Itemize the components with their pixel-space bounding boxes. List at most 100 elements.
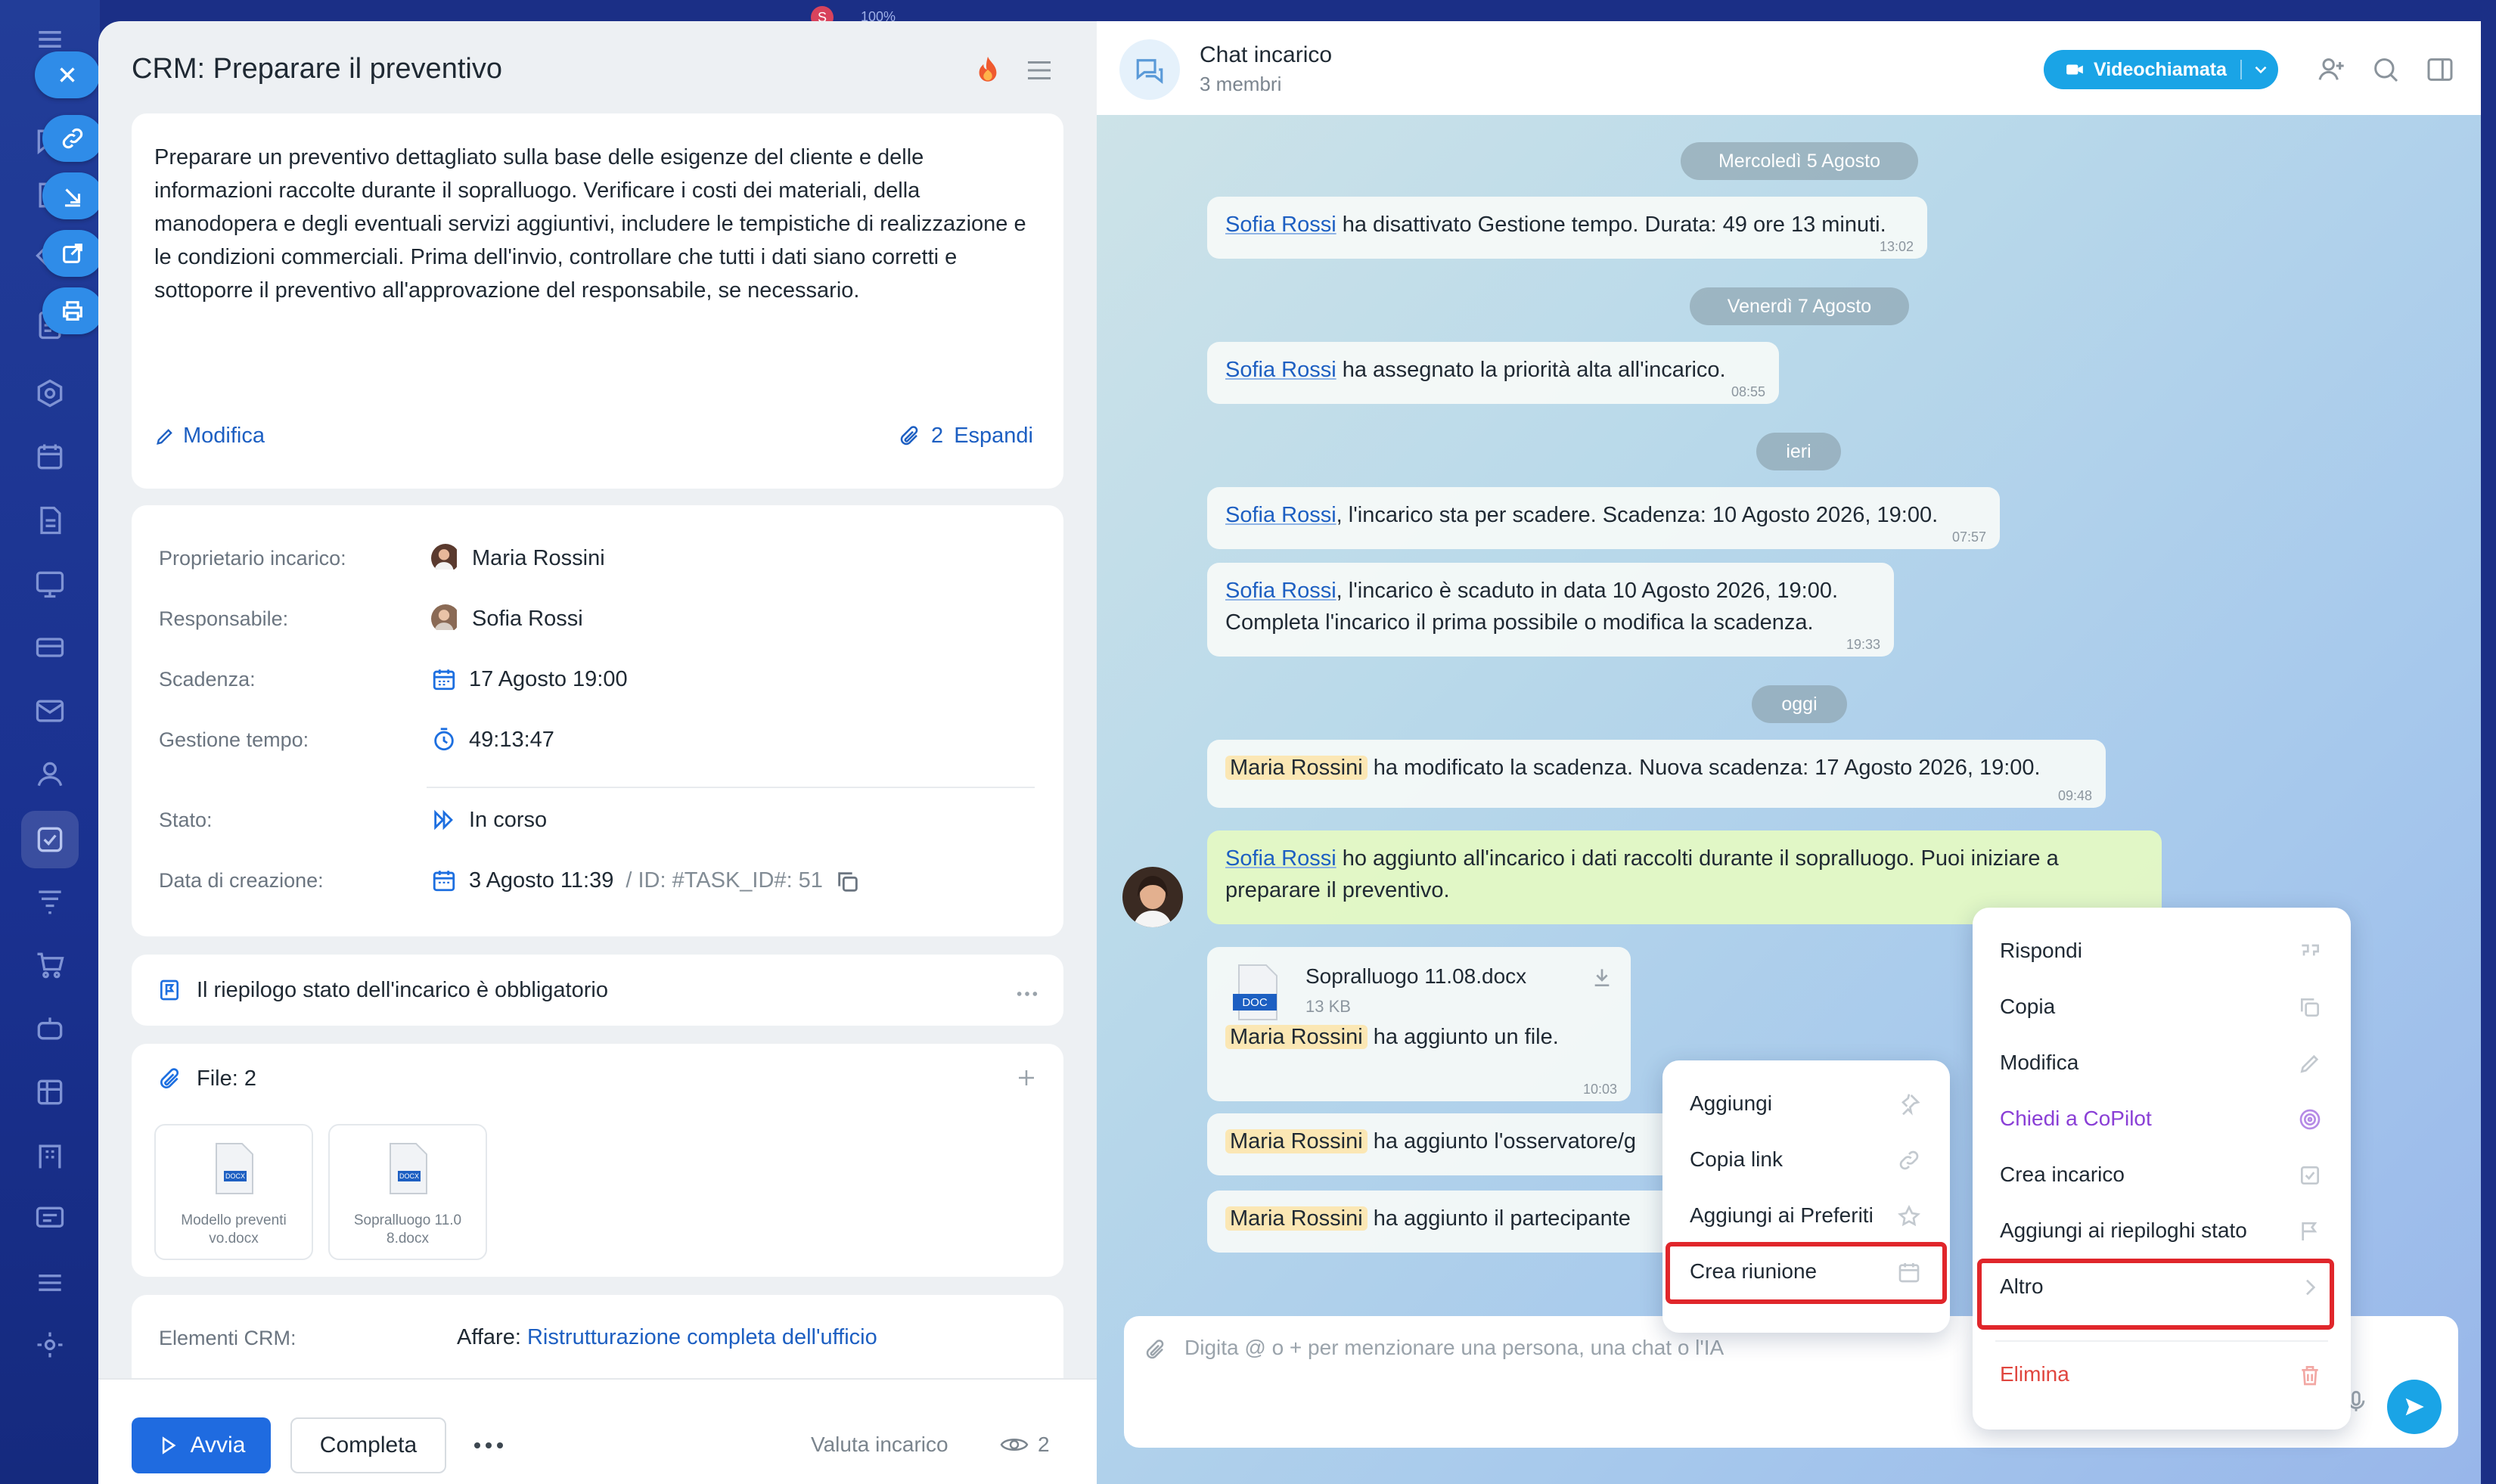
task-id: / ID: #TASK_ID#: 51 bbox=[626, 868, 823, 893]
monitor-icon[interactable] bbox=[33, 1203, 67, 1236]
menu-item-label: Copia bbox=[2000, 995, 2056, 1018]
message-text: , l'incarico è scaduto in data 10 Agosto… bbox=[1336, 579, 1839, 603]
hexagon-icon[interactable] bbox=[33, 377, 67, 410]
message-text: ha disattivato Gestione tempo. Durata: 4… bbox=[1336, 213, 1886, 237]
settings-icon[interactable] bbox=[33, 1328, 67, 1361]
rate-task-link[interactable]: Valuta incarico bbox=[811, 1433, 948, 1457]
mention-name[interactable]: Maria Rossini bbox=[1225, 1206, 1368, 1231]
menu-item-ask-copilot[interactable]: Chiedi a CoPilot bbox=[1973, 1091, 2351, 1147]
message-input[interactable]: Digita @ o + per menzionare una persona,… bbox=[1184, 1336, 1724, 1360]
menu-item-create-task[interactable]: Crea incarico bbox=[1973, 1147, 2351, 1203]
message-time: 09:48 bbox=[2057, 788, 2092, 803]
mention-link[interactable]: Sofia Rossi bbox=[1225, 846, 1336, 871]
top-strip: S 100% bbox=[100, 0, 2496, 29]
mention-link[interactable]: Sofia Rossi bbox=[1225, 213, 1336, 237]
mention-link[interactable]: Sofia Rossi bbox=[1225, 358, 1336, 382]
menu-item-copy[interactable]: Copia bbox=[1973, 979, 2351, 1035]
chat-message[interactable]: Sofia Rossi, l'incarico è scaduto in dat… bbox=[1207, 563, 1894, 657]
timer-icon bbox=[431, 727, 457, 753]
file-name[interactable]: Sopralluogo 11.08.docx bbox=[1305, 961, 1526, 992]
add-user-icon[interactable] bbox=[2316, 54, 2346, 85]
expand-label[interactable]: Espandi bbox=[954, 424, 1033, 449]
attachments-link[interactable]: 2 Espandi bbox=[898, 424, 1033, 449]
copy-icon[interactable] bbox=[835, 869, 858, 892]
calendar-icon[interactable] bbox=[33, 440, 67, 473]
menu-item-reply[interactable]: Rispondi bbox=[1973, 923, 2351, 979]
sender-avatar[interactable] bbox=[1122, 867, 1183, 927]
assignee-avatar[interactable] bbox=[431, 604, 460, 633]
mention-name[interactable]: Maria Rossini bbox=[1225, 1025, 1368, 1049]
summary-required-text: Il riepilogo stato dell'incarico è obbli… bbox=[197, 977, 608, 1002]
fire-icon[interactable] bbox=[974, 54, 1001, 85]
crm-deal-link[interactable]: Ristrutturazione completa dell'ufficio bbox=[527, 1325, 877, 1349]
edit-link[interactable]: Modifica bbox=[154, 424, 265, 449]
app-sidebar bbox=[0, 0, 103, 1484]
mention-name[interactable]: Maria Rossini bbox=[1225, 756, 1368, 780]
file-message[interactable]: DOC Sopralluogo 11.08.docx 13 KB Maria R… bbox=[1207, 947, 1631, 1101]
complete-button[interactable]: Completa bbox=[290, 1417, 446, 1473]
created-row: Data di creazione: 3 Agosto 11:39 / ID: … bbox=[159, 864, 858, 897]
mention-name[interactable]: Maria Rossini bbox=[1225, 1129, 1368, 1153]
menu-item-label: Aggiungi ai riepiloghi stato bbox=[2000, 1219, 2247, 1242]
grid-icon[interactable] bbox=[33, 1076, 67, 1109]
building-icon[interactable] bbox=[33, 1139, 67, 1172]
mention-link[interactable]: Sofia Rossi bbox=[1225, 503, 1336, 527]
people-icon[interactable] bbox=[33, 758, 67, 791]
chat-message[interactable]: Maria Rossini ha aggiunto il partecipant… bbox=[1207, 1191, 1737, 1253]
chevron-down-icon[interactable] bbox=[2251, 60, 2271, 79]
menu-item-add-favorites[interactable]: Aggiungi ai Preferiti bbox=[1662, 1188, 1950, 1243]
stack-icon[interactable] bbox=[33, 1266, 67, 1299]
card-icon[interactable] bbox=[33, 631, 67, 664]
search-icon[interactable] bbox=[2370, 54, 2401, 85]
owner-name[interactable]: Maria Rossini bbox=[472, 546, 605, 571]
chat-message[interactable]: Sofia Rossi ha assegnato la priorità alt… bbox=[1207, 342, 1779, 404]
menu-item-label: Crea incarico bbox=[2000, 1163, 2125, 1186]
download-icon[interactable] bbox=[1590, 965, 1614, 989]
menu-item-add[interactable]: Aggiungi bbox=[1662, 1076, 1950, 1132]
owner-avatar[interactable] bbox=[431, 544, 460, 573]
file-icon[interactable] bbox=[33, 504, 67, 537]
tasks-icon[interactable] bbox=[33, 823, 67, 856]
created-value: 3 Agosto 11:39 bbox=[469, 868, 614, 893]
send-button[interactable] bbox=[2387, 1380, 2442, 1434]
file-tile[interactable]: DOCX Sopralluogo 11.0 8.docx bbox=[328, 1124, 487, 1260]
start-button[interactable]: Avvia bbox=[132, 1417, 271, 1473]
paperclip-icon[interactable] bbox=[1144, 1339, 1166, 1361]
more-icon[interactable] bbox=[472, 1437, 505, 1454]
print-button[interactable] bbox=[42, 287, 103, 334]
chat-message[interactable]: Maria Rossini ha modificato la scadenza.… bbox=[1207, 740, 2106, 808]
task-panel: CRM: Preparare il preventivo Preparare u… bbox=[98, 21, 1195, 1484]
chat-message[interactable]: Sofia Rossi, l'incarico sta per scadere.… bbox=[1207, 487, 2000, 549]
minimize-button[interactable] bbox=[42, 172, 103, 219]
open-new-window-button[interactable] bbox=[42, 230, 103, 277]
mention-link[interactable]: Sofia Rossi bbox=[1225, 579, 1336, 603]
deadline-value[interactable]: 17 Agosto 19:00 bbox=[469, 667, 628, 692]
assignee-name[interactable]: Sofia Rossi bbox=[472, 607, 583, 632]
file-tile[interactable]: DOCX Modello preventi vo.docx bbox=[154, 1124, 313, 1260]
menu-item-edit[interactable]: Modifica bbox=[1973, 1035, 2351, 1091]
filter-icon[interactable] bbox=[33, 885, 67, 918]
status-summary-card[interactable]: Il riepilogo stato dell'incarico è obbli… bbox=[132, 955, 1063, 1026]
play-forward-icon bbox=[431, 807, 457, 833]
chat-message[interactable]: Sofia Rossi ha disattivato Gestione temp… bbox=[1207, 197, 1927, 259]
sidebar-toggle-icon[interactable] bbox=[2425, 54, 2455, 85]
add-file-icon[interactable] bbox=[1015, 1066, 1038, 1089]
menu-item-copy-link[interactable]: Copia link bbox=[1662, 1132, 1950, 1188]
menu-item-add-status-summary[interactable]: Aggiungi ai riepiloghi stato bbox=[1973, 1203, 2351, 1259]
views-counter: 2 bbox=[1000, 1433, 1050, 1457]
message-text: ho aggiunto all'incarico i dati raccolti… bbox=[1225, 846, 2059, 902]
menu-item-delete[interactable]: Elimina bbox=[1973, 1346, 2351, 1402]
more-icon[interactable] bbox=[1015, 982, 1041, 997]
robot-icon[interactable] bbox=[33, 1012, 67, 1045]
chat-members[interactable]: 3 membri bbox=[1200, 73, 1281, 96]
cart-icon[interactable] bbox=[33, 948, 67, 982]
chat-message[interactable]: Maria Rossini ha aggiunto l'osservatore/… bbox=[1207, 1113, 1737, 1175]
files-label: File: 2 bbox=[197, 1066, 256, 1091]
mail-icon[interactable] bbox=[33, 694, 67, 728]
menu-icon[interactable] bbox=[1026, 59, 1053, 82]
board-icon[interactable] bbox=[33, 567, 67, 601]
file-size: 13 KB bbox=[1305, 997, 1351, 1016]
copy-link-button[interactable] bbox=[42, 115, 103, 162]
video-call-button[interactable]: Videochiamata bbox=[2044, 50, 2278, 89]
close-slider-button[interactable] bbox=[35, 51, 100, 98]
